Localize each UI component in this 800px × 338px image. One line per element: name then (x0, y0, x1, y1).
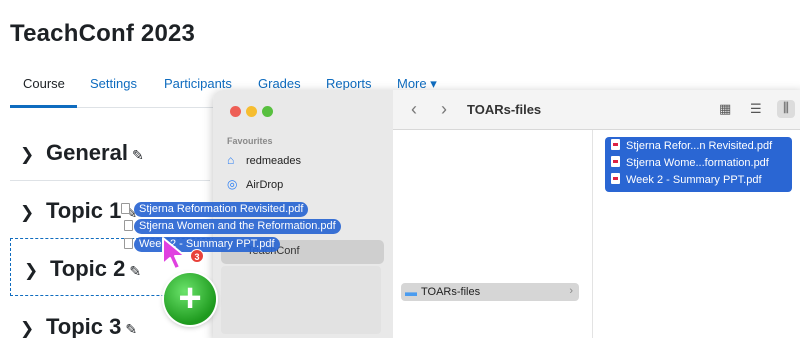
chevron-right-icon: › (569, 285, 573, 297)
minimize-button[interactable] (246, 106, 257, 117)
selected-files[interactable]: Stjerna Refor...n Revisited.pdf Stjerna … (605, 137, 792, 192)
active-tab-indicator (10, 105, 77, 108)
section-title: Topic 3 (46, 314, 122, 338)
chevron-right-icon[interactable]: ❯ (20, 145, 36, 165)
section-title: Topic 1 (46, 198, 122, 223)
dragged-file-label: Week 2 - Summary PPT.pdf (134, 237, 280, 252)
back-button[interactable]: ‹ (411, 99, 417, 120)
section-title: General (46, 140, 128, 165)
zoom-button[interactable] (262, 106, 273, 117)
section-general[interactable]: ❯ General ✎ (20, 140, 144, 166)
section-topic-1[interactable]: ❯ Topic 1 ✎ (20, 198, 137, 224)
folder-name: TOARs-files (421, 286, 481, 298)
finder-content: ‹ › TOARs-files ▦ ☰ ⫼ ▬ TOARs-files › St… (393, 90, 800, 338)
tab-reports[interactable]: Reports (326, 76, 372, 91)
dragged-file-label: Stjerna Reformation Revisited.pdf (134, 202, 309, 217)
sidebar-item-airdrop[interactable]: ◎ AirDrop (227, 177, 283, 191)
folder-row[interactable]: ▬ TOARs-files › (401, 283, 579, 301)
tab-grades[interactable]: Grades (258, 76, 301, 91)
window-controls (230, 104, 278, 122)
home-icon: ⌂ (227, 153, 235, 167)
section-topic-2[interactable]: ❯ Topic 2 ✎ (24, 256, 141, 282)
list-view-button[interactable]: ☰ (750, 101, 762, 117)
tab-course[interactable]: Course (23, 76, 65, 91)
pdf-file-icon (611, 156, 620, 167)
sidebar-item-label: redmeades (246, 155, 302, 167)
finder-toolbar: ‹ › TOARs-files ▦ ☰ ⫼ (393, 90, 800, 130)
drag-count-badge: 3 (190, 249, 204, 263)
pdf-file-icon (611, 139, 620, 150)
dragged-file-label: Stjerna Women and the Reformation.pdf (134, 219, 341, 234)
pdf-file-icon (124, 238, 133, 249)
section-title: Topic 2 (50, 256, 126, 281)
divider (10, 180, 210, 181)
favourites-heading: Favourites (227, 136, 273, 146)
airdrop-icon: ◎ (227, 177, 238, 191)
pdf-file-icon (121, 203, 130, 214)
forward-button[interactable]: › (441, 99, 447, 120)
finder-column-1: ▬ TOARs-files › (393, 130, 593, 338)
chevron-right-icon[interactable]: ❯ (20, 203, 36, 223)
pdf-file-icon (611, 173, 620, 184)
file-item[interactable]: Stjerna Wome...formation.pdf (611, 156, 769, 169)
pencil-icon[interactable]: ✎ (125, 321, 137, 338)
section-topic-3[interactable]: ❯ Topic 3 ✎ (20, 314, 137, 338)
chevron-right-icon[interactable]: ❯ (20, 319, 36, 338)
file-item[interactable]: Stjerna Refor...n Revisited.pdf (611, 139, 772, 152)
add-plus-icon: + (164, 273, 216, 325)
icon-view-button[interactable]: ▦ (719, 101, 731, 117)
chevron-right-icon[interactable]: ❯ (24, 261, 40, 281)
file-item[interactable]: Week 2 - Summary PPT.pdf (611, 173, 762, 186)
tab-participants[interactable]: Participants (164, 76, 232, 91)
window-title: TOARs-files (467, 102, 542, 117)
sidebar-item-home[interactable]: ⌂ redmeades (227, 153, 301, 167)
column-view-button[interactable]: ⫼ (777, 100, 795, 118)
pointer-cursor-icon (162, 237, 186, 270)
sidebar-pane (221, 266, 381, 334)
tab-settings[interactable]: Settings (90, 76, 137, 91)
pencil-icon[interactable]: ✎ (129, 263, 141, 280)
close-button[interactable] (230, 106, 241, 117)
pencil-icon[interactable]: ✎ (132, 147, 144, 164)
pdf-file-icon (124, 220, 133, 231)
sidebar-item-label: AirDrop (246, 179, 284, 191)
course-title: TeachConf 2023 (10, 20, 196, 47)
folder-icon: ▬ (405, 285, 417, 299)
